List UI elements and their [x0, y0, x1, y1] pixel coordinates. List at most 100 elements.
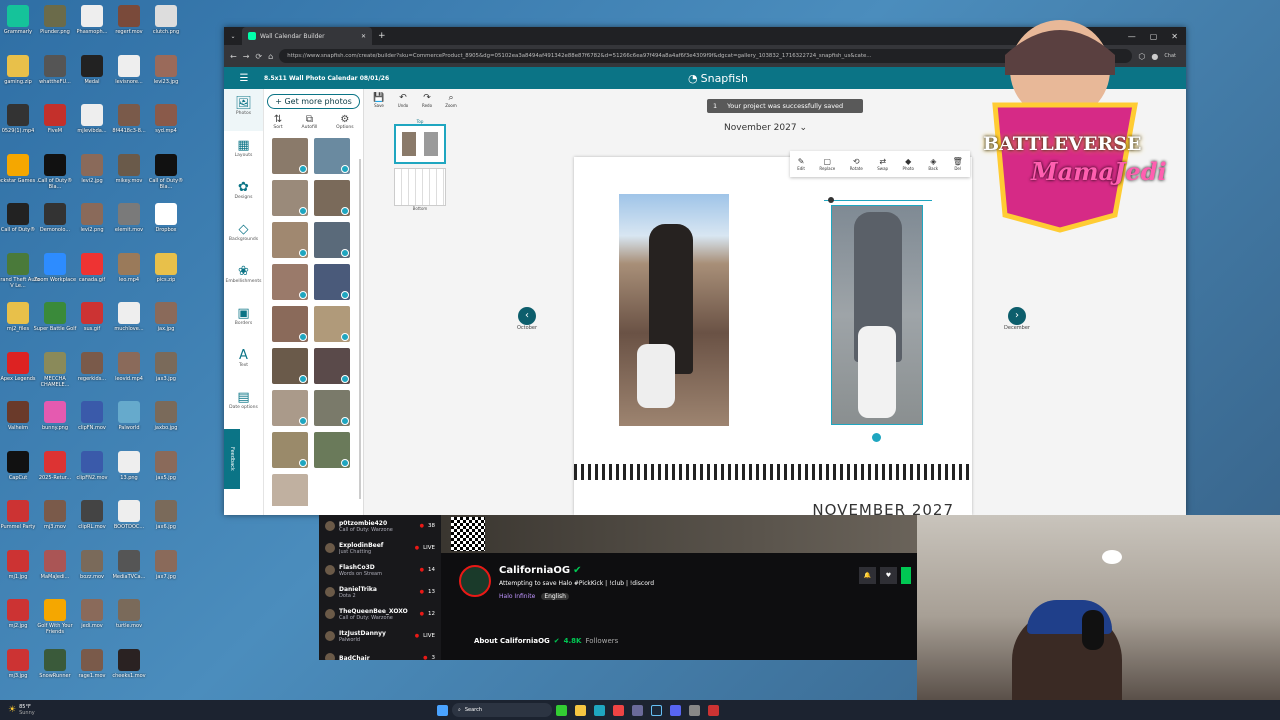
tab-wall-calendar[interactable]: Wall Calendar Builder ✕: [242, 27, 372, 45]
sidebar-item-designs[interactable]: ✿ Designs: [224, 173, 263, 215]
followed-channel-item[interactable]: p0tzombie420 Call of Duty: Warzone ● 38: [319, 515, 441, 537]
edit-tool-button[interactable]: ✎ Edit: [797, 157, 805, 171]
bell-icon[interactable]: 🔔: [859, 567, 876, 584]
desktop-icon[interactable]: levi23.jpg: [142, 54, 190, 103]
file-explorer-icon[interactable]: [575, 704, 586, 716]
sort-button[interactable]: ⇅ Sort: [273, 114, 282, 136]
photo-thumbnail[interactable]: [272, 390, 308, 426]
forward-icon[interactable]: →: [243, 52, 250, 61]
photo-thumbnail[interactable]: [314, 264, 350, 300]
sidebar-item-date-options[interactable]: ▤ Date options: [224, 383, 263, 425]
next-month-button[interactable]: › December: [1002, 307, 1032, 331]
photo-thumbnail[interactable]: [314, 180, 350, 216]
photo-thumbnail[interactable]: [272, 348, 308, 384]
channel-avatar[interactable]: [459, 565, 491, 597]
desktop-icon[interactable]: clutch.png: [142, 5, 190, 53]
game-link[interactable]: Halo Infinite: [499, 593, 535, 600]
xbox-icon[interactable]: [556, 704, 567, 716]
undo-button[interactable]: ↶ Undo: [394, 93, 412, 108]
followed-channel-item[interactable]: BadChair ● 3: [319, 647, 441, 660]
followed-channel-item[interactable]: FlashCo3D Words on Stream ● 14: [319, 559, 441, 581]
replace-tool-button[interactable]: ▢ Replace: [819, 157, 835, 171]
photo-thumbnail[interactable]: [314, 306, 350, 342]
desktop-icon-label: jax.jpg: [157, 326, 175, 332]
app-icon[interactable]: [670, 704, 681, 716]
desktop-icon[interactable]: jax.jpg: [142, 302, 190, 350]
desktop-icon[interactable]: turtle.mov: [105, 599, 153, 647]
menu-icon[interactable]: ☰: [224, 73, 264, 84]
rotate-tool-button[interactable]: ⟲ Rotate: [850, 157, 863, 171]
desktop-icon[interactable]: jaxbo.jpg: [142, 401, 190, 449]
desktop-icon[interactable]: Dropbox: [142, 203, 190, 251]
sidebar-item-photos[interactable]: 🖼 Photos: [224, 89, 263, 131]
desktop-icon[interactable]: pics.zip: [142, 252, 190, 301]
rotate-handle-icon[interactable]: [872, 433, 881, 442]
zoom-slider[interactable]: [824, 197, 932, 203]
sidebar-item-text[interactable]: A Text: [224, 341, 263, 383]
desktop-icon[interactable]: cheeks1.mov: [105, 648, 153, 697]
app-icon[interactable]: [632, 704, 643, 716]
photo-thumbnail[interactable]: [272, 264, 308, 300]
sidebar-item-embellishments[interactable]: ❀ Embellishments: [224, 257, 263, 299]
photo-thumbnail[interactable]: [272, 432, 308, 468]
photo-thumbnail[interactable]: [314, 222, 350, 258]
photo-thumbnail[interactable]: [272, 138, 308, 174]
photo-thumbnail[interactable]: [272, 474, 308, 506]
tab-list-icon[interactable]: ⌄: [224, 33, 242, 40]
home-icon[interactable]: ⌂: [268, 52, 273, 61]
steam-icon[interactable]: [651, 704, 662, 716]
page-thumb-bottom[interactable]: [394, 168, 446, 206]
heart-icon[interactable]: ♥: [880, 567, 897, 584]
options-button[interactable]: ⚙ Options: [336, 114, 353, 136]
followed-channel-item[interactable]: ExplodinBeef Just Chatting ● LIVE: [319, 537, 441, 559]
autofill-button[interactable]: ⧉ Autofill: [302, 114, 318, 136]
photo-panel-scrollbar[interactable]: [359, 159, 361, 499]
photo-thumbnail[interactable]: [272, 306, 308, 342]
weather-widget[interactable]: ☀ 85°F Sunny: [8, 704, 35, 716]
followed-channel-item[interactable]: TheQueenBee_XOXO Call of Duty: Warzone ● 12: [319, 603, 441, 625]
followed-channel-item[interactable]: ItzJustDannyy Palworld ● LIVE: [319, 625, 441, 647]
swap-tool-button[interactable]: ⇄ Swap: [877, 157, 888, 171]
save-button[interactable]: 💾 Save: [370, 93, 388, 108]
chrome-icon[interactable]: [613, 704, 624, 716]
edge-icon[interactable]: [594, 704, 605, 716]
photo-tool-button[interactable]: ◆ Photo: [903, 157, 914, 171]
followed-channel-item[interactable]: DanielTrika Dota 2 ● 13: [319, 581, 441, 603]
get-more-photos-button[interactable]: + Get more photos: [267, 94, 360, 109]
language-tag[interactable]: English: [541, 593, 569, 600]
close-tab-icon[interactable]: ✕: [361, 33, 366, 40]
photo-slot-left[interactable]: [619, 194, 729, 426]
desktop-icon[interactable]: Call of Duty® Bla...: [142, 153, 190, 202]
app-icon[interactable]: [708, 704, 719, 716]
reload-icon[interactable]: ⟳: [255, 52, 262, 61]
desktop-icon[interactable]: jax3.jpg: [142, 351, 190, 400]
desktop-icon[interactable]: jax5.jpg: [142, 450, 190, 499]
sidebar-item-backgrounds[interactable]: ◇ Backgrounds: [224, 215, 263, 257]
prev-month-button[interactable]: ‹ October: [512, 307, 542, 331]
feedback-tab[interactable]: Feedback: [224, 429, 240, 489]
subscribe-button[interactable]: [901, 567, 911, 584]
page-thumb-top[interactable]: [394, 124, 446, 164]
zoom-slider-knob[interactable]: [828, 197, 834, 203]
taskbar-search[interactable]: ⌕ Search: [452, 703, 552, 717]
photo-thumbnail[interactable]: [272, 222, 308, 258]
photo-thumbnail[interactable]: [314, 390, 350, 426]
sidebar-item-layouts[interactable]: ▦ Layouts: [224, 131, 263, 173]
windows-start-icon[interactable]: [437, 704, 448, 716]
back-icon[interactable]: ←: [230, 52, 237, 61]
desktop-icon[interactable]: jax7.jpg: [142, 549, 190, 598]
channel-name[interactable]: CaliforniaOG: [499, 565, 570, 576]
photo-thumbnail[interactable]: [314, 138, 350, 174]
desktop-icon[interactable]: jax6.jpg: [142, 500, 190, 548]
desktop-icon[interactable]: syd.mp4: [142, 104, 190, 152]
zoom-button[interactable]: ⌕ Zoom: [442, 93, 460, 108]
photo-thumbnail[interactable]: [314, 432, 350, 468]
month-selector[interactable]: November 2027 ⌄: [724, 123, 807, 133]
photo-thumbnail[interactable]: [314, 348, 350, 384]
app-icon[interactable]: [689, 704, 700, 716]
photo-thumbnail[interactable]: [272, 180, 308, 216]
sidebar-item-borders[interactable]: ▣ Borders: [224, 299, 263, 341]
photo-slot-right-selected[interactable]: [831, 205, 923, 442]
new-tab-icon[interactable]: +: [378, 31, 386, 41]
redo-button[interactable]: ↷ Redo: [418, 93, 436, 108]
